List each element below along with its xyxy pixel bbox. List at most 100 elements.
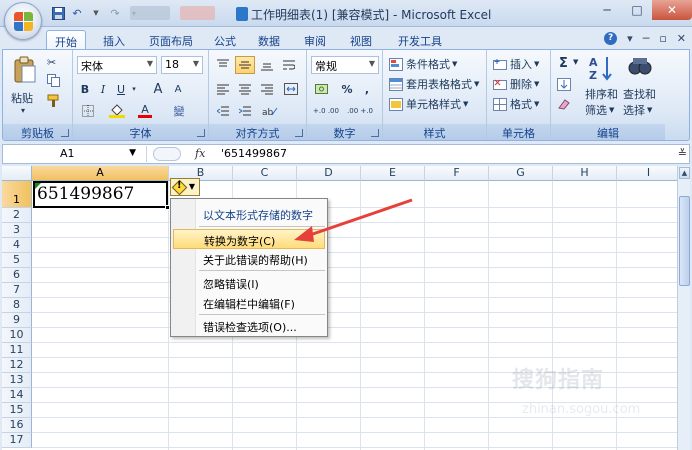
row-header-9[interactable]: 9 [2, 313, 32, 328]
row-header-5[interactable]: 5 [2, 253, 32, 268]
row-header-11[interactable]: 11 [2, 343, 32, 358]
currency-icon[interactable] [311, 80, 335, 98]
select-all-corner[interactable] [2, 166, 32, 181]
format-as-table-button[interactable]: 套用表格格式 ▼ [389, 76, 479, 92]
sort-filter-label-2[interactable]: 筛选 ▼ [585, 102, 614, 118]
column-header-h[interactable]: H [553, 166, 617, 181]
column-header-e[interactable]: E [361, 166, 425, 181]
column-header-d[interactable]: D [297, 166, 361, 181]
row-header-6[interactable]: 6 [2, 268, 32, 283]
close-button[interactable]: ✕ [652, 0, 692, 20]
autosum-dropdown-icon[interactable]: ▼ [573, 58, 578, 66]
doc-close-icon[interactable]: ✕ [677, 32, 686, 45]
align-right-icon[interactable] [257, 80, 277, 98]
paste-icon[interactable] [12, 56, 38, 89]
formula-bar-expand-handle[interactable] [153, 147, 181, 161]
cut-icon[interactable]: ✂ [47, 56, 56, 69]
number-launcher-icon[interactable] [371, 129, 379, 137]
phonetic-button[interactable]: 變 [165, 102, 193, 120]
vertical-scrollbar[interactable]: ▲ [677, 166, 690, 450]
borders-icon[interactable] [77, 102, 99, 120]
conditional-format-button[interactable]: 条件格式 ▼ [389, 56, 457, 72]
row-header-8[interactable]: 8 [2, 298, 32, 313]
find-select-label[interactable]: 查找和 [623, 86, 656, 102]
font-name-combo[interactable]: 宋体 ▼ [77, 56, 157, 74]
merge-center-icon[interactable] [279, 80, 303, 98]
row-header-14[interactable]: 14 [2, 388, 32, 403]
row-header-3[interactable]: 3 [2, 223, 32, 238]
menu-item-error-checking-options[interactable]: 错误检查选项(O)... [173, 316, 325, 336]
minimize-button[interactable]: ─ [592, 0, 622, 20]
comma-button[interactable]: , [359, 80, 375, 98]
insert-function-button[interactable]: fx [195, 147, 205, 160]
name-box[interactable]: A1 ▼ [5, 146, 147, 162]
redo-icon[interactable]: ↷ [107, 5, 123, 21]
tab-page-layout[interactable]: 页面布局 [142, 30, 200, 49]
row-header-2[interactable]: 2 [2, 208, 32, 223]
undo-icon[interactable]: ↶ [69, 5, 85, 21]
column-header-i[interactable]: I [617, 166, 677, 181]
menu-item-edit-in-formula-bar[interactable]: 在编辑栏中编辑(F) [173, 293, 325, 313]
sort-filter-label[interactable]: 排序和 [585, 86, 618, 102]
menu-item-ignore-error[interactable]: 忽略错误(I) [173, 273, 325, 293]
bold-button[interactable]: B [77, 80, 93, 98]
row-header-15[interactable]: 15 [2, 403, 32, 418]
clear-icon[interactable] [557, 98, 571, 110]
format-painter-icon[interactable] [47, 94, 61, 108]
align-top-icon[interactable] [213, 56, 233, 74]
fill-icon[interactable] [557, 78, 571, 91]
column-header-f[interactable]: F [425, 166, 489, 181]
decrease-decimal-button[interactable]: .00 +.0 [345, 102, 375, 120]
align-middle-icon[interactable] [235, 56, 255, 74]
paste-dropdown-icon[interactable]: ▾ [21, 106, 25, 115]
column-header-g[interactable]: G [489, 166, 553, 181]
align-center-icon[interactable] [235, 80, 255, 98]
italic-button[interactable]: I [95, 80, 111, 98]
help-icon[interactable]: ? [604, 32, 618, 45]
underline-button[interactable]: U [113, 80, 129, 98]
office-button[interactable] [4, 2, 42, 40]
fill-color-icon[interactable] [105, 102, 129, 120]
sort-filter-icon[interactable]: AZ [589, 54, 615, 85]
font-launcher-icon[interactable] [197, 129, 205, 137]
doc-minimize-icon[interactable]: ─ [643, 32, 650, 45]
tab-data[interactable]: 数据 [252, 30, 286, 49]
number-format-combo[interactable]: 常规 ▼ [311, 56, 379, 74]
row-header-4[interactable]: 4 [2, 238, 32, 253]
row-header-12[interactable]: 12 [2, 358, 32, 373]
align-left-icon[interactable] [213, 80, 233, 98]
percent-button[interactable]: % [339, 80, 355, 98]
increase-decimal-button[interactable]: +.0 .00 [311, 102, 341, 120]
save-icon[interactable] [50, 5, 66, 21]
delete-cells-button[interactable]: 删除 ▼ [493, 76, 539, 92]
find-select-icon[interactable] [627, 54, 653, 85]
tab-view[interactable]: 视图 [344, 30, 378, 49]
autosum-button[interactable]: Σ [559, 56, 568, 71]
increase-indent-icon[interactable] [235, 102, 255, 120]
shrink-font-button[interactable]: A [169, 80, 187, 98]
font-color-icon[interactable]: A [133, 102, 157, 120]
menu-item-help-on-error[interactable]: 关于此错误的帮助(H) [173, 249, 325, 269]
clipboard-launcher-icon[interactable] [61, 129, 69, 137]
wrap-text-icon[interactable] [279, 56, 299, 74]
tab-formulas[interactable]: 公式 [208, 30, 242, 49]
tab-insert[interactable]: 插入 [94, 30, 134, 49]
undo-dropdown-icon[interactable]: ▼ [88, 5, 104, 21]
row-header-1[interactable]: 1 [2, 181, 32, 208]
format-cells-button[interactable]: 格式 ▼ [493, 96, 539, 112]
alignment-launcher-icon[interactable] [295, 129, 303, 137]
column-header-a[interactable]: A [32, 166, 169, 181]
error-smart-tag[interactable]: ! ▼ [170, 178, 200, 196]
column-header-c[interactable]: C [233, 166, 297, 181]
scroll-up-icon[interactable]: ▲ [679, 167, 690, 179]
cell-a1[interactable]: 651499867 [33, 181, 170, 210]
row-header-16[interactable]: 16 [2, 418, 32, 433]
find-select-label-2[interactable]: 选择 ▼ [623, 102, 652, 118]
doc-restore-icon[interactable]: ▫ [659, 32, 666, 45]
font-size-combo[interactable]: 18 ▼ [161, 56, 203, 74]
insert-cells-button[interactable]: 插入 ▼ [493, 56, 539, 72]
formula-input[interactable]: '651499867 [221, 147, 287, 160]
row-header-13[interactable]: 13 [2, 373, 32, 388]
tab-home[interactable]: 开始 [46, 30, 86, 49]
orientation-icon[interactable]: ab [257, 102, 283, 120]
